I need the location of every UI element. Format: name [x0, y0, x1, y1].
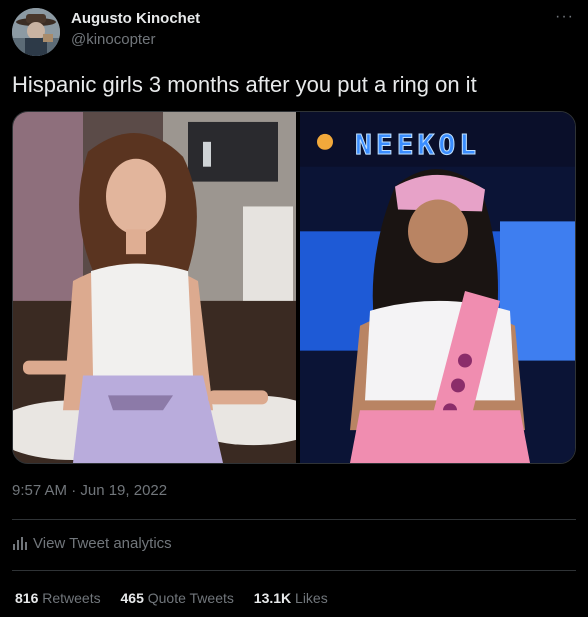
media-photo-right[interactable]: NEEKOL [300, 112, 576, 463]
retweets-stat[interactable]: 816 Retweets [15, 590, 105, 606]
divider [12, 519, 576, 520]
tweet: Augusto Kinochet @kinocopter ··· Hispani… [0, 0, 588, 617]
divider [12, 570, 576, 571]
more-options-icon[interactable]: ··· [555, 8, 574, 26]
quote-tweets-stat[interactable]: 465 Quote Tweets [121, 590, 238, 606]
tweet-text: Hispanic girls 3 months after you put a … [12, 72, 477, 97]
likes-count: 13.1K [253, 590, 292, 606]
avatar-image [12, 8, 60, 56]
analytics-label: View Tweet analytics [33, 535, 172, 552]
media-photo-left[interactable] [13, 112, 296, 463]
author-display-name[interactable]: Augusto Kinochet [71, 10, 200, 27]
author-handle[interactable]: @kinocopter [71, 31, 155, 48]
likes-label: Likes [295, 590, 328, 606]
tweet-stats: 816 Retweets 465 Quote Tweets 13.1K Like… [15, 590, 344, 606]
tweet-timestamp[interactable]: 9:57 AM · Jun 19, 2022 [12, 482, 167, 499]
bar-chart-icon [13, 537, 27, 550]
retweets-count: 816 [15, 590, 39, 606]
neon-sign-text: NEEKOL [355, 128, 480, 161]
likes-stat[interactable]: 13.1K Likes [254, 590, 328, 606]
avatar[interactable] [12, 8, 60, 56]
quote-tweets-label: Quote Tweets [147, 590, 234, 606]
retweets-label: Retweets [42, 590, 101, 606]
tweet-media[interactable]: NEEKOL [12, 111, 576, 464]
view-tweet-analytics-link[interactable]: View Tweet analytics [12, 535, 172, 552]
quote-tweets-count: 465 [120, 590, 144, 606]
